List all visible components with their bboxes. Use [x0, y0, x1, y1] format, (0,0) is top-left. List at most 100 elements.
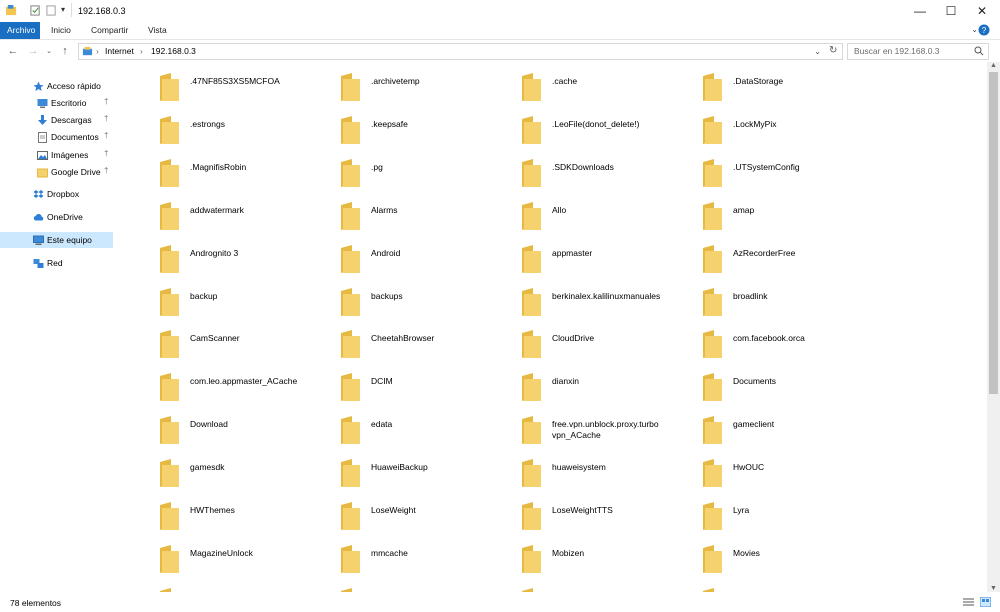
folder-item[interactable]: .cache — [477, 62, 657, 105]
vertical-scrollbar[interactable]: ▲ ▼ — [987, 62, 1000, 592]
folder-item[interactable]: free.vpn.unblock.proxy.turbo vpn_ACache — [477, 405, 659, 448]
folder-item[interactable]: PicArt — [658, 577, 838, 592]
expand-ribbon-chevron-icon[interactable]: ⌄ — [971, 25, 978, 34]
sidebar-item[interactable]: Acceso rápido — [0, 78, 113, 94]
folder-item[interactable]: Andrognito 3 — [115, 234, 295, 277]
explorer-icon[interactable] — [6, 5, 17, 16]
address-dropdown-chevron-icon[interactable]: ⌄ — [814, 46, 821, 57]
folder-item[interactable]: CheetahBrowser — [296, 319, 476, 362]
folder-item[interactable]: OCRA — [477, 577, 657, 592]
large-icons-view-icon[interactable] — [980, 597, 991, 607]
folder-item[interactable]: AzRecorderFree — [658, 234, 838, 277]
refresh-icon[interactable]: ↻ — [829, 45, 837, 56]
folder-item[interactable]: CloudDrive — [477, 319, 657, 362]
folder-item[interactable]: berkinalex.kalilinuxmanuales — [477, 277, 660, 320]
back-arrow-icon[interactable]: ← — [6, 44, 20, 58]
pin-icon[interactable]: † — [104, 97, 108, 106]
folder-item[interactable]: Allo — [477, 191, 657, 234]
breadcrumb-separator-icon[interactable]: › — [140, 46, 143, 56]
tab-archivo[interactable]: Archivo — [0, 22, 40, 39]
address-bar[interactable]: › Internet › 192.168.0.3 ⌄ ↻ — [78, 43, 843, 60]
tab-inicio[interactable]: Inicio — [44, 22, 78, 39]
breadcrumb-separator-icon[interactable]: › — [96, 46, 99, 56]
folder-item[interactable]: Lyra — [658, 491, 838, 534]
help-icon[interactable]: ? — [978, 24, 990, 36]
pin-icon[interactable]: † — [104, 166, 108, 175]
folder-item[interactable]: Alarms — [296, 191, 476, 234]
new-folder-icon[interactable] — [46, 5, 57, 16]
folder-item[interactable]: edata — [296, 405, 476, 448]
folder-item[interactable]: LoseWeightTTS — [477, 491, 657, 534]
close-button[interactable]: ✕ — [966, 0, 998, 22]
folder-item[interactable]: CamScanner — [115, 319, 295, 362]
folder-item[interactable]: .keepsafe — [296, 105, 476, 148]
folder-item[interactable]: .estrongs — [115, 105, 295, 148]
folder-item[interactable]: .UTSystemConfig — [658, 148, 838, 191]
folder-item[interactable]: dianxin — [477, 362, 657, 405]
folder-item[interactable]: mmcache — [296, 534, 476, 577]
sidebar-item[interactable]: Google Drive † — [0, 164, 113, 180]
folder-item[interactable]: DCIM — [296, 362, 476, 405]
sidebar-item[interactable]: Este equipo — [0, 232, 113, 248]
sidebar-item[interactable]: Documentos † — [0, 129, 113, 145]
folder-item[interactable]: .SDKDownloads — [477, 148, 657, 191]
breadcrumb-internet[interactable]: Internet — [105, 46, 134, 56]
folder-item[interactable]: appmaster — [477, 234, 657, 277]
folder-item[interactable]: backup — [115, 277, 295, 320]
minimize-button[interactable]: — — [904, 0, 936, 22]
folder-item[interactable]: Music — [115, 577, 295, 592]
folder-item[interactable]: backups — [296, 277, 476, 320]
search-icon[interactable] — [974, 46, 984, 56]
folder-item[interactable]: gamesdk — [115, 448, 295, 491]
pin-icon[interactable]: † — [104, 131, 108, 140]
folder-item[interactable]: .LeoFile(donot_delete!) — [477, 105, 657, 148]
details-view-icon[interactable] — [963, 597, 974, 607]
folder-item[interactable]: .archivetemp — [296, 62, 476, 105]
breadcrumb-current[interactable]: 192.168.0.3 — [151, 46, 196, 56]
sidebar-item[interactable]: Imágenes † — [0, 147, 113, 163]
scrollbar-thumb[interactable] — [989, 72, 998, 394]
sidebar-item[interactable]: Descargas † — [0, 112, 113, 128]
sidebar-item[interactable]: Escritorio † — [0, 95, 113, 111]
folder-item[interactable]: .LockMyPix — [658, 105, 838, 148]
folder-item[interactable]: addwatermark — [115, 191, 295, 234]
folder-item[interactable]: HwOUC — [658, 448, 838, 491]
search-input[interactable]: Buscar en 192.168.0.3 — [847, 43, 989, 60]
pin-icon[interactable]: † — [104, 149, 108, 158]
scroll-down-arrow-icon[interactable]: ▼ — [990, 585, 997, 592]
up-arrow-icon[interactable]: ↑ — [58, 44, 72, 58]
folder-item[interactable]: Mobizen — [477, 534, 657, 577]
maximize-button[interactable]: ☐ — [935, 0, 967, 22]
folder-item[interactable]: HWThemes — [115, 491, 295, 534]
folder-item[interactable]: Notifications — [296, 577, 476, 592]
pin-icon[interactable]: † — [104, 114, 108, 123]
forward-arrow-icon[interactable]: → — [26, 44, 40, 58]
folder-item[interactable]: amap — [658, 191, 838, 234]
folder-item[interactable]: Download — [115, 405, 295, 448]
folder-item[interactable]: Movies — [658, 534, 838, 577]
scroll-up-arrow-icon[interactable]: ▲ — [990, 62, 997, 69]
folder-item[interactable]: .pg — [296, 148, 476, 191]
folder-item[interactable]: MagazineUnlock — [115, 534, 295, 577]
folder-icon — [341, 73, 360, 101]
properties-icon[interactable] — [30, 5, 41, 16]
folder-item[interactable]: huaweisystem — [477, 448, 657, 491]
sidebar-item[interactable]: OneDrive — [0, 209, 113, 225]
folder-item[interactable]: HuaweiBackup — [296, 448, 476, 491]
folder-item[interactable]: com.leo.appmaster_ACache — [115, 362, 297, 405]
folder-item[interactable]: broadlink — [658, 277, 838, 320]
customize-toolbar-chevron-icon[interactable]: ▾ — [61, 5, 65, 14]
folder-item[interactable]: .MagnifisRobin — [115, 148, 295, 191]
folder-item[interactable]: com.facebook.orca — [658, 319, 838, 362]
tab-compartir[interactable]: Compartir — [84, 22, 135, 39]
recent-locations-chevron-icon[interactable]: ⌄ — [42, 44, 56, 58]
folder-item[interactable]: gameclient — [658, 405, 838, 448]
folder-item[interactable]: .DataStorage — [658, 62, 838, 105]
tab-vista[interactable]: Vista — [141, 22, 174, 39]
folder-item[interactable]: Android — [296, 234, 476, 277]
folder-item[interactable]: LoseWeight — [296, 491, 476, 534]
sidebar-item[interactable]: Red — [0, 255, 113, 271]
sidebar-item[interactable]: Dropbox — [0, 186, 113, 202]
folder-item[interactable]: Documents — [658, 362, 838, 405]
folder-item[interactable]: .47NF85S3XS5MCFOA — [115, 62, 295, 105]
